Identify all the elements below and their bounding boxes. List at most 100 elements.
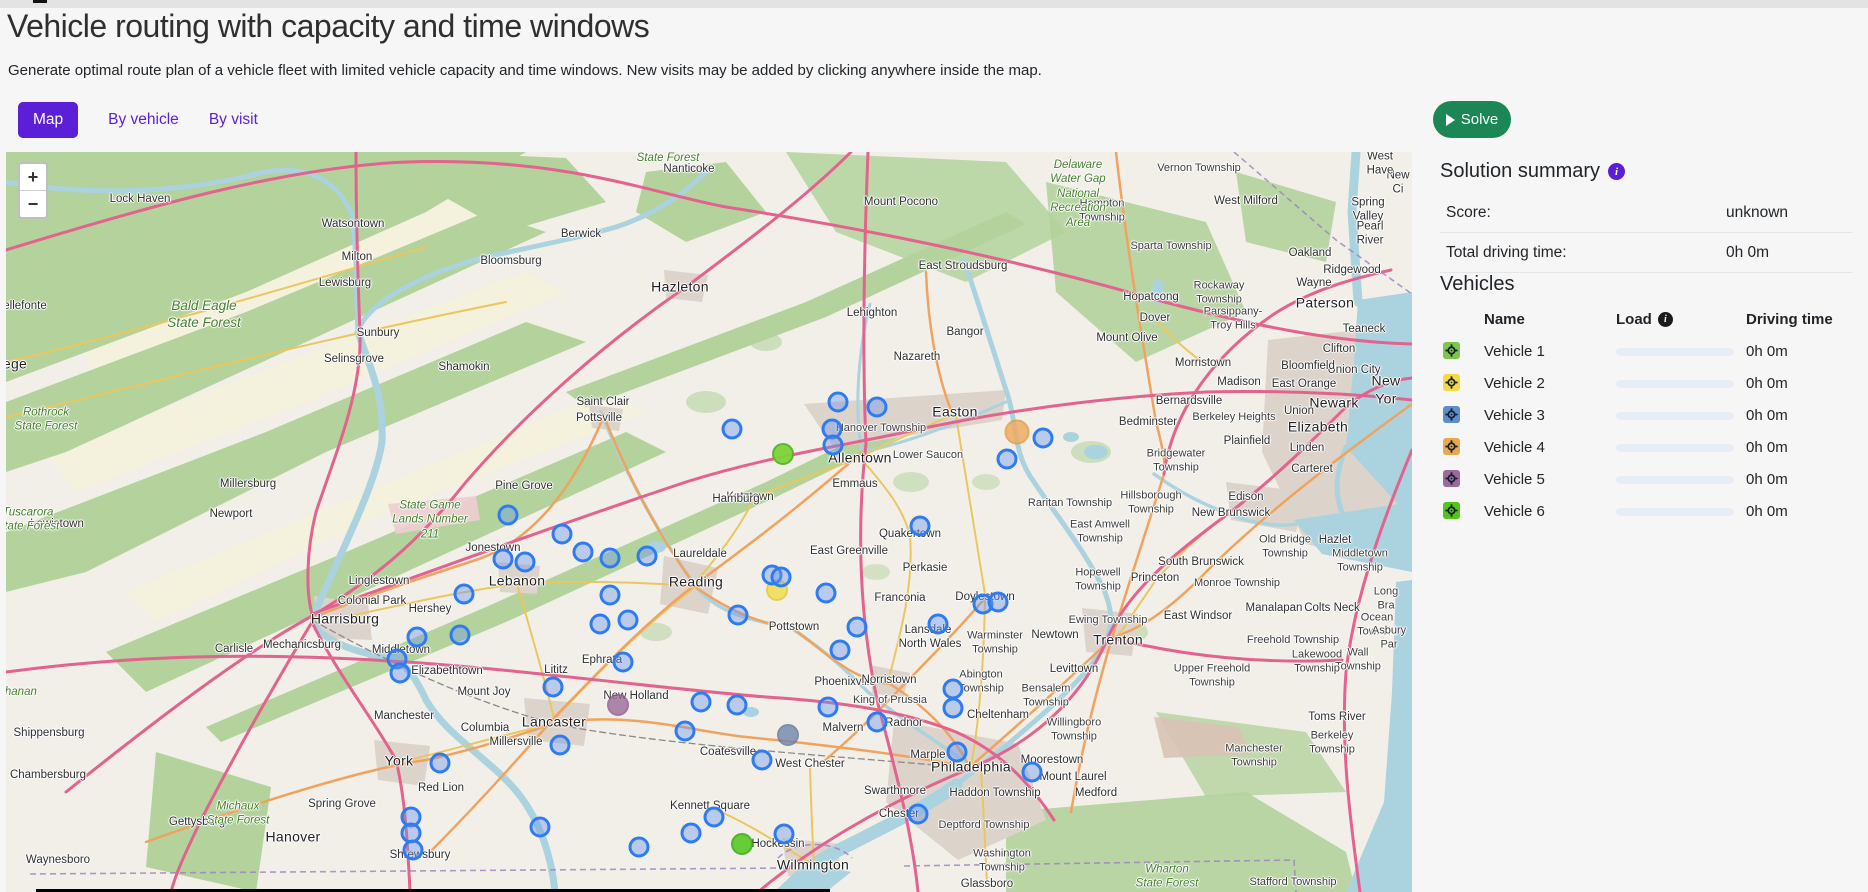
vehicle-home-marker[interactable] (731, 833, 753, 855)
visit-marker[interactable] (728, 605, 749, 626)
vehicle-row: Vehicle 4 0h 0m (1440, 432, 1852, 464)
visit-marker[interactable] (847, 617, 868, 638)
col-driving-time: Driving time (1746, 311, 1833, 328)
visit-marker[interactable] (928, 614, 949, 635)
solution-summary-heading: Solution summary i (1440, 160, 1852, 183)
vehicle-driving-time: 0h 0m (1746, 503, 1788, 520)
visit-marker[interactable] (629, 837, 650, 858)
score-label: Score: (1446, 204, 1491, 222)
load-progress-bar (1616, 508, 1734, 516)
load-progress-bar (1616, 380, 1734, 388)
solve-label: Solve (1461, 111, 1499, 128)
visit-marker[interactable] (493, 549, 514, 570)
visit-marker[interactable] (867, 712, 888, 733)
visit-marker[interactable] (454, 584, 475, 605)
col-load: Load i (1616, 311, 1673, 328)
visit-marker[interactable] (390, 663, 411, 684)
vehicle-driving-time: 0h 0m (1746, 375, 1788, 392)
map-tiles (6, 152, 1412, 892)
visit-marker[interactable] (752, 750, 773, 771)
visit-marker[interactable] (818, 697, 839, 718)
zoom-out-button[interactable]: − (20, 191, 46, 217)
page-title: Vehicle routing with capacity and time w… (7, 8, 649, 45)
visit-marker[interactable] (681, 823, 702, 844)
vehicle-color-crosshair-icon (1443, 374, 1460, 391)
vehicle-home-marker[interactable] (1005, 420, 1030, 445)
visit-marker[interactable] (450, 625, 471, 646)
tab-by-visit[interactable]: By visit (209, 111, 258, 129)
visit-marker[interactable] (403, 840, 424, 861)
visit-marker[interactable] (830, 640, 851, 661)
vehicle-name: Vehicle 3 (1484, 407, 1545, 424)
vehicles-table: Name Load i Driving time Vehicle 10h 0mV… (1440, 306, 1852, 528)
visit-marker[interactable] (867, 397, 888, 418)
vehicle-row: Vehicle 50h 0m (1440, 464, 1852, 496)
tab-bar: Map By vehicle By visit (18, 101, 258, 139)
visit-marker[interactable] (613, 652, 634, 673)
page-subtitle: Generate optimal route plan of a vehicle… (8, 62, 1042, 79)
vehicle-row: Vehicle 2 0h 0m (1440, 368, 1852, 400)
visit-marker[interactable] (727, 695, 748, 716)
vehicle-name: Vehicle 6 (1484, 503, 1545, 520)
visit-marker[interactable] (498, 505, 519, 526)
vehicle-rows: Vehicle 1 0h 0m Vehicle 2 0h 0m Vehicle 3 0h … (1440, 336, 1852, 528)
visit-marker[interactable] (530, 817, 551, 838)
visit-marker[interactable] (600, 585, 621, 606)
load-progress-bar (1616, 348, 1734, 356)
visit-marker[interactable] (943, 698, 964, 719)
window-notch (33, 0, 47, 3)
visit-marker[interactable] (550, 735, 571, 756)
visit-marker[interactable] (618, 610, 639, 631)
tab-by-vehicle[interactable]: By vehicle (108, 111, 179, 129)
visit-marker[interactable] (1033, 428, 1054, 449)
map-canvas[interactable]: + − AllentownReadingHarrisburgLancasterY… (6, 152, 1412, 892)
vehicle-name: Vehicle 4 (1484, 439, 1545, 456)
vehicle-driving-time: 0h 0m (1746, 439, 1788, 456)
visit-marker[interactable] (722, 419, 743, 440)
visit-marker[interactable] (910, 516, 931, 537)
visit-marker[interactable] (988, 592, 1009, 613)
vehicle-home-marker[interactable] (772, 443, 794, 465)
score-value: unknown (1726, 204, 1788, 222)
visit-marker[interactable] (816, 583, 837, 604)
load-progress-bar (1616, 476, 1734, 484)
visit-marker[interactable] (573, 542, 594, 563)
visit-marker[interactable] (637, 546, 658, 567)
visit-marker[interactable] (430, 753, 451, 774)
visit-marker[interactable] (515, 552, 536, 573)
visit-marker[interactable] (543, 677, 564, 698)
visit-marker[interactable] (943, 679, 964, 700)
visit-marker[interactable] (407, 627, 428, 648)
vehicle-home-marker[interactable] (777, 724, 799, 746)
window-top-strip (0, 0, 1868, 8)
vehicle-driving-time: 0h 0m (1746, 343, 1788, 360)
solve-button[interactable]: Solve (1433, 101, 1511, 138)
visit-marker[interactable] (823, 435, 844, 456)
vehicle-name: Vehicle 2 (1484, 375, 1545, 392)
visit-marker[interactable] (997, 449, 1018, 470)
visit-marker[interactable] (908, 804, 929, 825)
right-panel: Solution summary i Score: unknown Total … (1440, 160, 1852, 528)
visit-marker[interactable] (590, 614, 611, 635)
map-zoom-control: + − (18, 162, 48, 219)
tab-map[interactable]: Map (18, 102, 78, 138)
visit-marker[interactable] (1022, 762, 1043, 783)
load-info-icon[interactable]: i (1658, 312, 1673, 327)
visit-marker[interactable] (771, 567, 792, 588)
visit-marker[interactable] (774, 824, 795, 845)
summary-info-icon[interactable]: i (1608, 163, 1625, 180)
visit-marker[interactable] (675, 721, 696, 742)
vehicle-color-crosshair-icon (1443, 342, 1460, 359)
vehicle-home-marker[interactable] (607, 694, 629, 716)
visit-marker[interactable] (704, 807, 725, 828)
visit-marker[interactable] (691, 692, 712, 713)
vehicle-color-crosshair-icon (1443, 438, 1460, 455)
vehicle-row: Vehicle 6 0h 0m (1440, 496, 1852, 528)
vehicle-name: Vehicle 1 (1484, 343, 1545, 360)
visit-marker[interactable] (828, 392, 849, 413)
visit-marker[interactable] (947, 742, 968, 763)
zoom-in-button[interactable]: + (20, 164, 46, 191)
total-driving-time-label: Total driving time: (1446, 244, 1567, 262)
visit-marker[interactable] (600, 548, 621, 569)
visit-marker[interactable] (552, 524, 573, 545)
